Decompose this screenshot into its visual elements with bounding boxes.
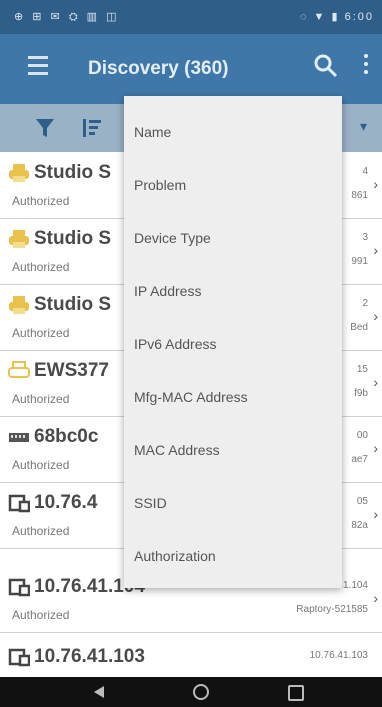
device-status: Authorized <box>12 392 70 406</box>
device-id: f9b <box>354 388 368 399</box>
device-status: Authorized <box>12 458 70 472</box>
device-name: Studio S <box>34 162 112 183</box>
recent-apps-icon[interactable] <box>288 685 304 701</box>
device-id: 82a <box>351 520 368 531</box>
menu-item-ip-address[interactable]: IP Address <box>124 263 342 315</box>
device-icon <box>8 578 30 597</box>
printer-outline-icon <box>8 361 30 378</box>
column-chooser-menu: Name Problem Device Type IP Address IPv6… <box>124 96 342 588</box>
device-id: 991 <box>351 256 368 267</box>
device-status: Authorized <box>12 608 70 622</box>
status-icons-right: ◌ ▼ ▮ 6:00 <box>299 11 374 23</box>
menu-item-mfg-mac-address[interactable]: Mfg-MAC Address <box>124 369 342 421</box>
menu-item-label: Device Type <box>134 230 211 246</box>
device-status: Authorized <box>12 326 70 340</box>
menu-item-label: Authorization <box>134 548 216 564</box>
device-id: Raptory-521585 <box>296 604 368 615</box>
device-ip: 05 <box>356 496 368 507</box>
menu-item-authorization[interactable]: Authorization <box>124 528 342 580</box>
sort-icon[interactable] <box>80 116 104 140</box>
chevron-right-icon: › <box>373 506 378 522</box>
device-status: Authorized <box>12 524 70 538</box>
device-id: Bed <box>350 322 368 333</box>
page-title: Discovery (360) <box>88 58 229 79</box>
device-icon <box>8 648 30 667</box>
status-icons-left: ⊕ ⊞ ✉ ⛭ ▥ ◫ <box>14 11 120 23</box>
menu-item-device-type[interactable]: Device Type <box>124 210 342 262</box>
printer-icon <box>9 230 29 248</box>
device-icon <box>8 494 30 513</box>
menu-item-label: Problem <box>134 177 187 193</box>
chevron-right-icon: › <box>373 440 378 456</box>
device-ip: 3 <box>362 232 368 243</box>
menu-item-label: SSID <box>134 495 167 511</box>
device-name: EWS377 <box>34 360 109 381</box>
printer-icon <box>9 164 29 182</box>
status-bar: ⊕ ⊞ ✉ ⛭ ▥ ◫ ◌ ▼ ▮ 6:00 <box>0 0 382 34</box>
device-name: 68bc0c <box>34 426 99 447</box>
device-ip: 10.76.41.103 <box>309 650 368 661</box>
menu-item-name[interactable]: Name <box>124 104 342 156</box>
device-name: Studio S <box>34 228 112 249</box>
menu-item-label: MAC Address <box>134 442 220 458</box>
device-ip: 4 <box>362 166 368 177</box>
back-icon[interactable] <box>94 686 104 698</box>
search-icon[interactable] <box>312 52 340 80</box>
device-id: ae7 <box>351 454 368 465</box>
device-status: Authorized <box>12 194 70 208</box>
chevron-right-icon: › <box>373 590 378 606</box>
menu-item-mac-address[interactable]: MAC Address <box>124 422 342 474</box>
chevron-right-icon: › <box>373 308 378 324</box>
system-nav-bar <box>0 677 382 707</box>
menu-item-problem[interactable]: Problem <box>124 157 342 209</box>
device-name: 10.76.41.103 <box>34 646 145 667</box>
chevron-right-icon: › <box>373 242 378 258</box>
home-icon[interactable] <box>193 684 209 700</box>
menu-item-label: Mfg-MAC Address <box>134 389 248 405</box>
device-status: Authorized <box>12 260 70 274</box>
menu-item-label: Name <box>134 124 172 140</box>
chevron-down-icon[interactable]: ▾ <box>360 118 367 135</box>
device-ip: 15 <box>356 364 368 375</box>
device-id: 861 <box>351 190 368 201</box>
more-options-icon[interactable] <box>358 54 374 80</box>
device-name: Studio S <box>34 294 112 315</box>
device-ip: 2 <box>362 298 368 309</box>
hamburger-menu-icon[interactable] <box>28 56 48 78</box>
device-ip: 00 <box>356 430 368 441</box>
app-bar: Discovery (360) <box>0 34 382 104</box>
filter-icon[interactable] <box>34 116 56 140</box>
printer-icon <box>9 296 29 314</box>
menu-item-ipv6-address[interactable]: IPv6 Address <box>124 316 342 368</box>
menu-item-ssid[interactable]: SSID <box>124 475 342 527</box>
chevron-right-icon: › <box>373 176 378 192</box>
menu-item-label: IPv6 Address <box>134 336 217 352</box>
device-name: 10.76.4 <box>34 492 98 513</box>
chevron-right-icon: › <box>373 374 378 390</box>
menu-item-label: IP Address <box>134 283 202 299</box>
switch-icon <box>9 433 29 442</box>
